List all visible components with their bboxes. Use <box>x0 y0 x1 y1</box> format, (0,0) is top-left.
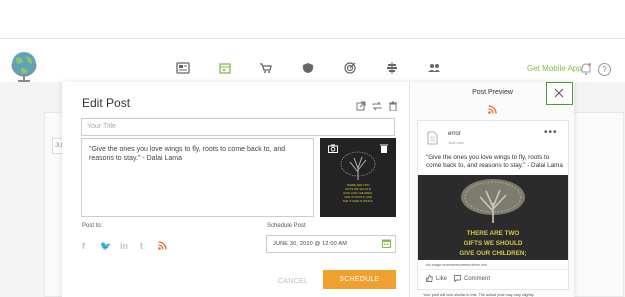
tree-illustration: THERE ARE TWO GIFTS WE SHOULD GIVE OUR C… <box>340 151 376 203</box>
like-action[interactable]: Like <box>426 275 447 282</box>
more-options-icon[interactable]: ••• <box>544 127 558 138</box>
close-button[interactable] <box>546 82 573 105</box>
cancel-button[interactable]: CANCEL <box>268 272 318 290</box>
modal-title: Edit Post <box>82 96 131 110</box>
image-quote-line: GIFTS WE SHOULD <box>464 240 523 247</box>
tree-illustration: THERE ARE TWO GIFTS WE SHOULD GIVE OUR C… <box>459 179 527 257</box>
linkedin-icon[interactable]: in <box>120 241 128 251</box>
get-mobile-app-link[interactable]: Get Mobile App <box>527 64 582 73</box>
help-icon[interactable]: ? <box>598 63 611 76</box>
image-thumbnail[interactable]: THERE ARE TWO GIFTS WE SHOULD GIVE OUR C… <box>320 138 396 217</box>
post-preview-panel: Post Preview error Just now ••• "Give th… <box>409 82 574 297</box>
divider <box>418 269 568 270</box>
like-label: Like <box>436 275 448 282</box>
schedule-button[interactable]: SCHEDULE <box>323 270 396 289</box>
bell-icon[interactable] <box>580 62 592 76</box>
title-input[interactable]: Your Title <box>81 118 395 136</box>
rss-icon[interactable] <box>158 241 167 250</box>
trash-icon[interactable] <box>388 101 398 111</box>
users-icon[interactable] <box>427 62 441 74</box>
align-icon[interactable] <box>385 62 399 74</box>
target-icon[interactable] <box>343 62 357 74</box>
preview-footnote: Your post will look similar to this. The… <box>423 293 535 297</box>
schedule-post-label: Schedule Post <box>267 223 306 229</box>
twitter-icon[interactable]: 🐦 <box>100 241 111 252</box>
divider <box>0 38 625 39</box>
tumblr-icon[interactable]: t <box>140 241 143 251</box>
cart-icon[interactable] <box>259 62 273 74</box>
external-link-icon[interactable] <box>356 101 366 111</box>
facebook-icon[interactable]: f <box>82 241 85 251</box>
image-quote-line: GIVE OUR CHILDREN; <box>459 250 526 257</box>
rss-icon <box>488 105 497 114</box>
thumb-quote-line: THE OTHER IS WINGS. <box>343 199 374 203</box>
comment-label: Comment <box>464 275 491 282</box>
repeat-icon[interactable] <box>372 101 382 111</box>
comment-icon <box>454 275 461 282</box>
calendar-icon[interactable] <box>218 62 232 74</box>
preview-author: error <box>448 131 461 137</box>
schedule-date-input[interactable]: JUNE 30, 2020 @ 12:00 AM <box>266 235 396 253</box>
shield-icon[interactable] <box>301 62 315 74</box>
preview-text: "Give the ones you love wings to fly, ro… <box>426 154 563 169</box>
image-quote-line: THERE ARE TWO <box>467 230 520 237</box>
preview-url: biz.stage.reviewmepartnerdemo.info <box>426 263 488 267</box>
preview-timestamp: Just now <box>448 140 464 145</box>
dashboard-icon[interactable] <box>176 62 190 74</box>
post-content-textarea[interactable]: "Give the ones you love wings to fly, ro… <box>81 138 314 217</box>
post-to-label: Post to: <box>82 223 103 229</box>
thumbs-up-icon <box>426 275 433 282</box>
calendar-picker-icon[interactable] <box>382 239 391 248</box>
preview-image: THERE ARE TWO GIFTS WE SHOULD GIVE OUR C… <box>418 175 568 260</box>
edit-post-panel: Edit Post Your Title "Give the ones you … <box>62 82 408 297</box>
edit-post-modal: Edit Post Your Title "Give the ones you … <box>62 82 574 297</box>
close-icon <box>554 88 564 98</box>
top-bar: Get Mobile App ? <box>0 0 625 82</box>
globe-logo-icon[interactable] <box>9 50 39 84</box>
comment-action[interactable]: Comment <box>454 275 490 282</box>
preview-card: error Just now ••• "Give the ones you lo… <box>417 120 569 290</box>
document-avatar-icon <box>427 131 438 145</box>
